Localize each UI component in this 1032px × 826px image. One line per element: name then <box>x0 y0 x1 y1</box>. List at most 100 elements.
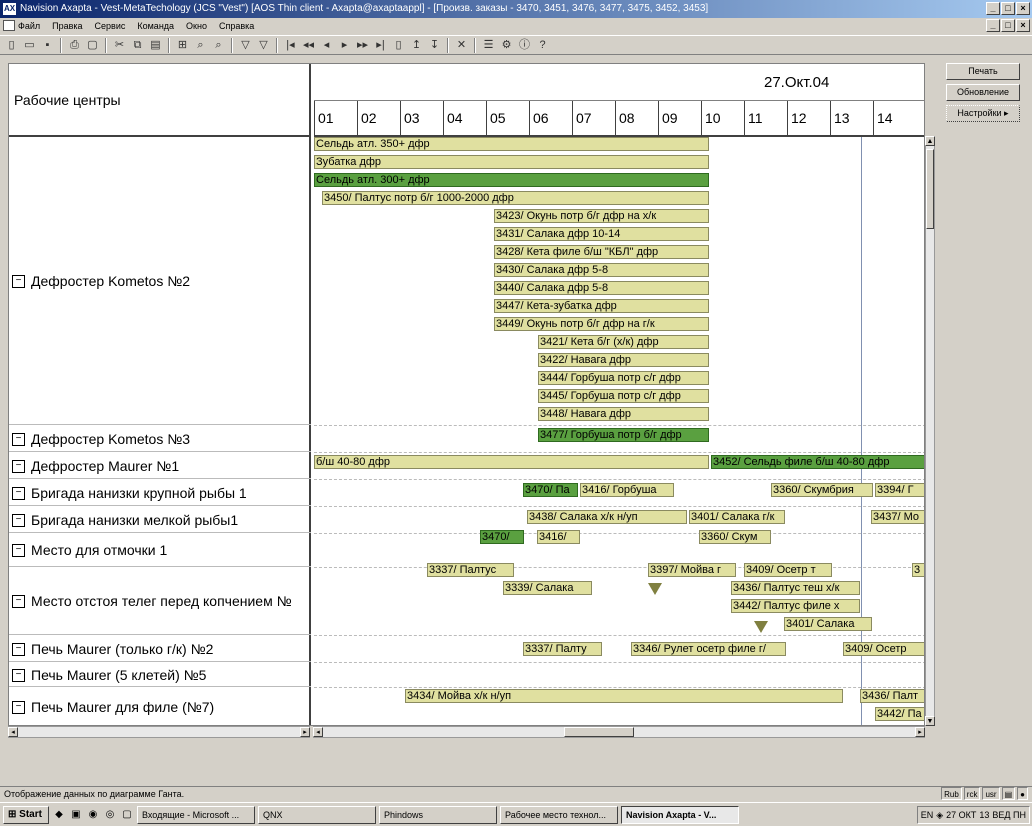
collapse-icon[interactable]: − <box>12 595 25 608</box>
collapse-icon[interactable]: − <box>12 460 25 473</box>
production-order-bar[interactable]: 3360/ Скум <box>699 530 771 544</box>
production-order-bar[interactable]: Зубатка дфр <box>314 155 709 169</box>
quicklaunch-icon[interactable]: ▣ <box>69 808 83 822</box>
work-center-row[interactable]: − Дефростер Kometos №3 <box>9 425 311 452</box>
mdi-close-button[interactable]: × <box>1016 19 1030 32</box>
production-order-bar[interactable]: 3442/ Палтус филе х <box>731 599 860 613</box>
new-icon[interactable]: ▯ <box>4 38 19 53</box>
collapse-icon[interactable]: − <box>12 514 25 527</box>
minimize-button[interactable]: _ <box>986 2 1000 15</box>
production-order-bar[interactable]: 3470/ Па <box>523 483 578 497</box>
work-center-row[interactable]: − Бригада нанизки крупной рыбы 1 <box>9 479 311 506</box>
production-order-bar[interactable]: 3438/ Салака х/к н/уп <box>527 510 687 524</box>
settings-icon[interactable]: ⚙ <box>499 38 514 53</box>
collapse-icon[interactable]: − <box>12 544 25 557</box>
vertical-scrollbar[interactable]: ▲ ▼ <box>925 136 935 726</box>
last-icon[interactable]: ▸| <box>373 38 388 53</box>
production-order-bar[interactable]: 3401/ Салака <box>784 617 872 631</box>
production-order-bar[interactable]: 3437/ Мо <box>871 510 924 524</box>
mdi-restore-button[interactable]: □ <box>1001 19 1015 32</box>
production-order-bar[interactable]: 3447/ Кета-зубатка дфр <box>494 299 709 313</box>
work-center-row[interactable]: − Место отстоя телег перед копчением № <box>9 567 311 635</box>
production-order-bar[interactable]: 3339/ Салака <box>503 581 592 595</box>
production-order-bar[interactable]: 3430/ Салака дфр 5-8 <box>494 263 709 277</box>
production-order-bar[interactable]: 3401/ Салака г/к <box>689 510 785 524</box>
production-order-bar[interactable]: 3337/ Палтус <box>427 563 514 577</box>
milestone-marker-icon[interactable] <box>754 621 768 633</box>
scroll-up-icon[interactable]: ▲ <box>925 136 935 146</box>
scroll-left-icon[interactable]: ◂ <box>313 727 323 737</box>
work-center-row[interactable]: − Дефростер Maurer №1 <box>9 452 311 479</box>
production-order-bar[interactable]: 3397/ Мойва г <box>648 563 736 577</box>
next-page-icon[interactable]: ▸▸ <box>355 38 370 53</box>
copy-icon[interactable]: ⧉ <box>130 38 145 53</box>
production-order-bar[interactable]: 3 <box>912 563 924 577</box>
production-order-bar[interactable]: 3360/ Скумбрия <box>771 483 873 497</box>
quicklaunch-icon[interactable]: ◉ <box>86 808 100 822</box>
production-order-bar[interactable]: 3434/ Мойва х/к н/уп <box>405 689 843 703</box>
production-order-bar[interactable]: 3394/ Г <box>875 483 924 497</box>
save-icon[interactable]: ▪ <box>40 38 55 53</box>
production-order-bar[interactable]: 3337/ Палту <box>523 642 602 656</box>
vertical-scroll-thumb[interactable] <box>926 149 934 229</box>
help-icon[interactable]: ? <box>535 38 550 53</box>
next-icon[interactable]: ▸ <box>337 38 352 53</box>
production-order-bar[interactable]: 3409/ Осетр т <box>744 563 832 577</box>
doc-icon[interactable]: ▯ <box>391 38 406 53</box>
production-order-bar[interactable]: 3423/ Окунь потр б/г дфр на х/к <box>494 209 709 223</box>
prev-icon[interactable]: ◂ <box>319 38 334 53</box>
maximize-button[interactable]: □ <box>1001 2 1015 15</box>
work-center-row[interactable]: − Печь Maurer (только г/к) №2 <box>9 635 311 662</box>
production-order-bar[interactable]: 3422/ Навага дфр <box>538 353 709 367</box>
tray-icon[interactable]: ◈ <box>936 810 943 821</box>
filter-icon[interactable]: ⊞ <box>175 38 190 53</box>
scroll-left-icon[interactable]: ◂ <box>8 727 18 737</box>
production-order-bar[interactable]: 3448/ Навага дфр <box>538 407 709 421</box>
work-center-row[interactable]: − Бригада нанизки мелкой рыбы1 <box>9 506 311 533</box>
production-order-bar[interactable]: 3444/ Горбуша потр с/г дфр <box>538 371 709 385</box>
production-order-bar[interactable]: 3431/ Салака дфр 10-14 <box>494 227 709 241</box>
left-horizontal-scrollbar[interactable]: ◂ ▸ <box>8 726 310 738</box>
menu-command[interactable]: Команда <box>137 21 174 31</box>
horizontal-scroll-thumb[interactable] <box>564 727 634 737</box>
production-order-bar[interactable]: Сельдь атл. 350+ дфр <box>314 137 709 151</box>
close-button[interactable]: × <box>1016 2 1030 15</box>
production-order-bar[interactable]: 3421/ Кета б/г (х/к) дфр <box>538 335 709 349</box>
document-menu-icon[interactable] <box>3 20 15 31</box>
start-button[interactable]: ⊞ Start <box>3 805 49 824</box>
preview-icon[interactable]: ▢ <box>85 38 100 53</box>
find-next-icon[interactable]: ⌕ <box>211 38 226 53</box>
production-order-bar[interactable]: 3409/ Осетр <box>843 642 924 656</box>
production-order-bar[interactable]: 3450/ Палтус потр б/г 1000-2000 дфр <box>322 191 709 205</box>
work-center-row[interactable]: − Печь Maurer для филе (№7) <box>9 687 311 725</box>
task-phindows[interactable]: Phindows <box>379 805 497 824</box>
menu-help[interactable]: Справка <box>219 21 254 31</box>
scroll-right-icon[interactable]: ▸ <box>915 727 925 737</box>
scroll-right-icon[interactable]: ▸ <box>300 727 310 737</box>
work-center-row[interactable]: − Место для отмочки 1 <box>9 533 311 567</box>
quicklaunch-icon[interactable]: ◎ <box>103 808 117 822</box>
production-order-bar[interactable]: 3477/ Горбуша потр б/г дфр <box>538 428 709 442</box>
production-order-bar[interactable]: 3445/ Горбуша потр с/г дфр <box>538 389 709 403</box>
prev-page-icon[interactable]: ◂◂ <box>301 38 316 53</box>
collapse-icon[interactable]: − <box>12 433 25 446</box>
filter-selection-icon[interactable]: ▽ <box>238 38 253 53</box>
task-axapta[interactable]: Navision Axapta - V... <box>621 805 739 824</box>
production-order-bar[interactable]: 3442/ Па <box>875 707 924 721</box>
production-order-bar[interactable]: 3440/ Салака дфр 5-8 <box>494 281 709 295</box>
menu-service[interactable]: Сервис <box>95 21 126 31</box>
menu-file[interactable]: Файл <box>18 21 40 31</box>
production-order-bar[interactable]: 3436/ Палт <box>860 689 924 703</box>
quicklaunch-icon[interactable]: ◆ <box>52 808 66 822</box>
scroll-down-icon[interactable]: ▼ <box>925 716 935 726</box>
delete-icon[interactable]: ✕ <box>454 38 469 53</box>
collapse-icon[interactable]: − <box>12 275 25 288</box>
production-order-bar[interactable]: 3436/ Палтус теш х/к <box>731 581 860 595</box>
first-icon[interactable]: |◂ <box>283 38 298 53</box>
find-icon[interactable]: ⌕ <box>193 38 208 53</box>
settings-button[interactable]: Настройки ▸ <box>946 105 1020 122</box>
quicklaunch-icon[interactable]: ▢ <box>120 808 134 822</box>
production-order-bar[interactable]: 3470/ <box>480 530 524 544</box>
collapse-icon[interactable]: − <box>12 643 25 656</box>
gantt-horizontal-scrollbar[interactable]: ◂ ▸ <box>313 726 925 738</box>
